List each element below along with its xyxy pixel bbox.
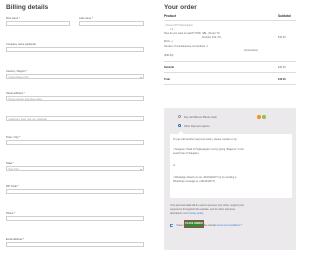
divider: [164, 61, 296, 62]
company-label: Company name (optional): [6, 43, 36, 46]
product-name: ~ Home VPS Subscription: [164, 24, 193, 27]
note-line: • Whatsapp: Reach us via +3613444477 (or…: [173, 176, 237, 179]
order-title: Your order: [164, 4, 197, 11]
divider: [164, 72, 296, 73]
billing-title: Billing details: [6, 4, 49, 11]
last-name-field[interactable]: [79, 21, 144, 26]
product-meta-3: MAG...): [164, 40, 173, 43]
privacy-text-3: described in our privacy policy.: [170, 212, 205, 215]
note-line: • Telegram: Head in Helptelegram.net by …: [173, 148, 244, 151]
privacy-policy-link[interactable]: privacy policy.: [189, 212, 205, 215]
product-price: €40.00: [278, 36, 286, 39]
bitcoin-option-label[interactable]: Pay with Bitcoin/ Bitcoin Cash: [184, 116, 217, 119]
subtotal-value: €40.00: [278, 66, 286, 69]
street-placeholder-2: Apartment, suite, unit, etc. (optional): [8, 117, 47, 121]
col-product: Product: [164, 14, 177, 18]
bitcoin-icon: [257, 115, 261, 119]
other-payment-label[interactable]: Other Payment options: [184, 125, 210, 128]
place-order-button[interactable]: PLACE ORDER: [184, 220, 204, 228]
divider: [164, 20, 296, 21]
terms-link[interactable]: terms and conditions: [217, 224, 240, 227]
street-placeholder-1: House number and street name: [8, 97, 43, 101]
state-label: State *: [6, 162, 14, 165]
country-value: United States (US): [8, 75, 29, 79]
last-name-label: Last name *: [79, 17, 93, 20]
email-label: Email address *: [6, 238, 25, 241]
product-meta-4: Number of simultaneous connections: 1: [164, 45, 208, 48]
total-label: Total: [164, 78, 170, 81]
street-field-2[interactable]: Apartment, suite, unit, etc. (optional): [6, 116, 144, 121]
product-qty: × 1: [170, 28, 174, 31]
email-field[interactable]: [6, 242, 144, 247]
divider: [164, 84, 296, 85]
state-select[interactable]: New York: [6, 166, 144, 171]
product-meta-1: How do you want to watch? HDD, SBL, (Sma…: [164, 32, 220, 35]
note-line: search bar of Telegram.: [173, 152, 200, 155]
billing-section: Billing details First name * Last name *…: [6, 0, 146, 247]
zip-label: ZIP Code *: [6, 185, 19, 188]
street-label: Street address *: [6, 92, 25, 95]
town-field[interactable]: [6, 140, 144, 145]
payment-box: Pay with Bitcoin/ Bitcoin Cash Other Pay…: [164, 108, 296, 250]
country-select[interactable]: United States (US): [6, 74, 144, 79]
note-line: To pay with another payment option, plea…: [173, 138, 238, 141]
country-label: Country / Region *: [6, 70, 28, 73]
total-value: €40.00: [278, 78, 286, 81]
bitcoin-cash-icon: [262, 115, 266, 119]
first-name-field[interactable]: [6, 21, 70, 26]
phone-field[interactable]: [6, 216, 144, 221]
town-label: Town / City *: [6, 136, 21, 139]
payment-note: To pay with another payment option, plea…: [170, 131, 292, 198]
first-name-label: First name *: [6, 17, 21, 20]
bitcoin-radio[interactable]: [178, 115, 181, 118]
street-field-1[interactable]: House number and street name: [6, 96, 144, 101]
col-subtotal: Subtotal: [278, 14, 291, 18]
terms-checkbox[interactable]: [170, 224, 173, 227]
note-line: or: [173, 164, 176, 167]
product-meta-6: (€40.00): [164, 54, 174, 57]
company-field[interactable]: [6, 47, 144, 52]
order-section: Your order Product Subtotal ~ Home VPS S…: [164, 0, 296, 250]
product-meta-5: Connections: [244, 49, 258, 52]
state-value: New York: [8, 167, 19, 171]
privacy-text-1: Your personal data will be used to proce…: [170, 204, 245, 207]
zip-field[interactable]: [6, 189, 144, 194]
subtotal-label: Subtotal: [164, 66, 174, 69]
privacy-text-2: experience throughout this website, and …: [170, 208, 236, 211]
product-meta-2: Android, iOS, PC,: [202, 36, 222, 39]
other-payment-radio[interactable]: [178, 124, 181, 127]
phone-label: Phone *: [6, 212, 16, 215]
note-line: WhatsApp message to +3613444477): [173, 180, 216, 183]
